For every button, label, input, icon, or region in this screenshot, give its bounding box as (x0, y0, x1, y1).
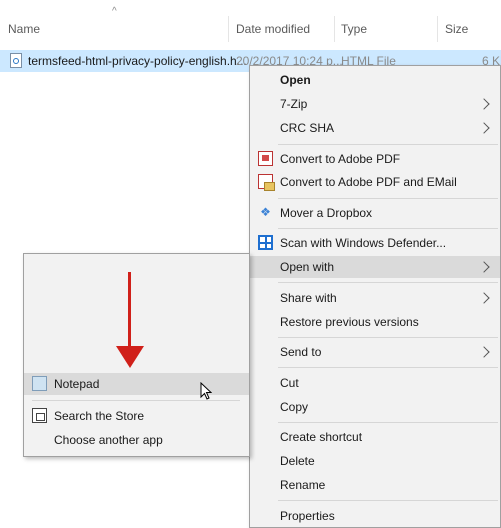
column-name[interactable]: Name (8, 22, 40, 36)
menu-item-properties[interactable]: Properties (250, 505, 500, 527)
menu-item-label: Send to (280, 345, 322, 359)
dropbox-icon: ❖ (260, 205, 271, 219)
menu-item-label: 7-Zip (280, 97, 308, 111)
mouse-cursor-icon (200, 382, 212, 400)
menu-item-restore-versions[interactable]: Restore previous versions (250, 311, 500, 333)
menu-item-label: Open (280, 73, 311, 87)
menu-item-label: Notepad (54, 377, 100, 391)
menu-item-rename[interactable]: Rename (250, 474, 500, 496)
store-icon (32, 408, 47, 423)
column-date-modified[interactable]: Date modified (236, 22, 310, 36)
windows-defender-icon (258, 235, 273, 250)
menu-separator (278, 228, 498, 229)
menu-item-7zip[interactable]: 7-Zip (250, 93, 500, 115)
menu-item-label: Choose another app (54, 433, 163, 447)
adobe-pdf-icon (258, 151, 273, 166)
menu-item-crc-sha[interactable]: CRC SHA (250, 117, 500, 139)
menu-separator (278, 500, 498, 501)
submenu-item-search-store[interactable]: Search the Store (24, 405, 249, 427)
submenu-item-notepad[interactable]: Notepad (24, 373, 249, 395)
column-divider[interactable] (228, 16, 229, 42)
menu-separator (32, 400, 240, 401)
annotation-arrow-shaft (128, 272, 131, 350)
menu-item-dropbox[interactable]: ❖ Mover a Dropbox (250, 202, 500, 224)
column-header: ^ Name Date modified Type Size (0, 0, 501, 44)
menu-item-open[interactable]: Open (250, 69, 500, 91)
menu-separator (278, 367, 498, 368)
menu-item-convert-pdf[interactable]: Convert to Adobe PDF (250, 148, 500, 170)
chevron-right-icon (478, 261, 490, 273)
menu-item-copy[interactable]: Copy (250, 396, 500, 418)
chevron-right-icon (478, 292, 490, 304)
menu-item-delete[interactable]: Delete (250, 450, 500, 472)
menu-item-label: Properties (280, 509, 335, 523)
menu-item-label: Restore previous versions (280, 315, 419, 329)
menu-item-label: Copy (280, 400, 309, 414)
menu-item-scan-defender[interactable]: Scan with Windows Defender... (250, 232, 500, 254)
menu-item-label: Open with (280, 260, 335, 274)
column-divider[interactable] (334, 16, 335, 42)
context-menu: Open 7-Zip CRC SHA Convert to Adobe PDF … (249, 65, 501, 528)
chevron-right-icon (478, 346, 490, 358)
menu-item-label: Scan with Windows Defender... (280, 236, 447, 250)
sort-ascending-icon: ^ (112, 6, 117, 17)
menu-item-convert-pdf-email[interactable]: Convert to Adobe PDF and EMail (250, 171, 500, 193)
menu-item-label: Search the Store (54, 409, 145, 423)
chevron-right-icon (478, 98, 490, 110)
menu-item-label: Create shortcut (280, 430, 363, 444)
menu-item-label: Cut (280, 376, 299, 390)
menu-separator (278, 282, 498, 283)
menu-separator (278, 144, 498, 145)
menu-item-label: Convert to Adobe PDF (280, 152, 401, 166)
chevron-right-icon (478, 122, 490, 134)
file-name: termsfeed-html-privacy-policy-english.h.… (28, 54, 247, 68)
column-size[interactable]: Size (445, 22, 468, 36)
menu-item-label: CRC SHA (280, 121, 335, 135)
column-type[interactable]: Type (341, 22, 367, 36)
menu-item-cut[interactable]: Cut (250, 372, 500, 394)
submenu-item-choose-app[interactable]: Choose another app (24, 429, 249, 451)
menu-item-label: Share with (280, 291, 337, 305)
menu-item-label: Mover a Dropbox (280, 206, 373, 220)
menu-item-send-to[interactable]: Send to (250, 341, 500, 363)
menu-separator (278, 337, 498, 338)
menu-item-label: Rename (280, 478, 326, 492)
column-divider[interactable] (437, 16, 438, 42)
menu-separator (278, 422, 498, 423)
menu-item-label: Delete (280, 454, 315, 468)
menu-separator (278, 198, 498, 199)
menu-item-label: Convert to Adobe PDF and EMail (280, 175, 457, 189)
menu-item-create-shortcut[interactable]: Create shortcut (250, 426, 500, 448)
html-file-icon (10, 53, 22, 68)
menu-item-share-with[interactable]: Share with (250, 287, 500, 309)
annotation-arrow-head (116, 346, 144, 368)
adobe-pdf-email-icon (258, 174, 275, 191)
notepad-icon (32, 376, 47, 391)
menu-item-open-with[interactable]: Open with (250, 256, 500, 278)
